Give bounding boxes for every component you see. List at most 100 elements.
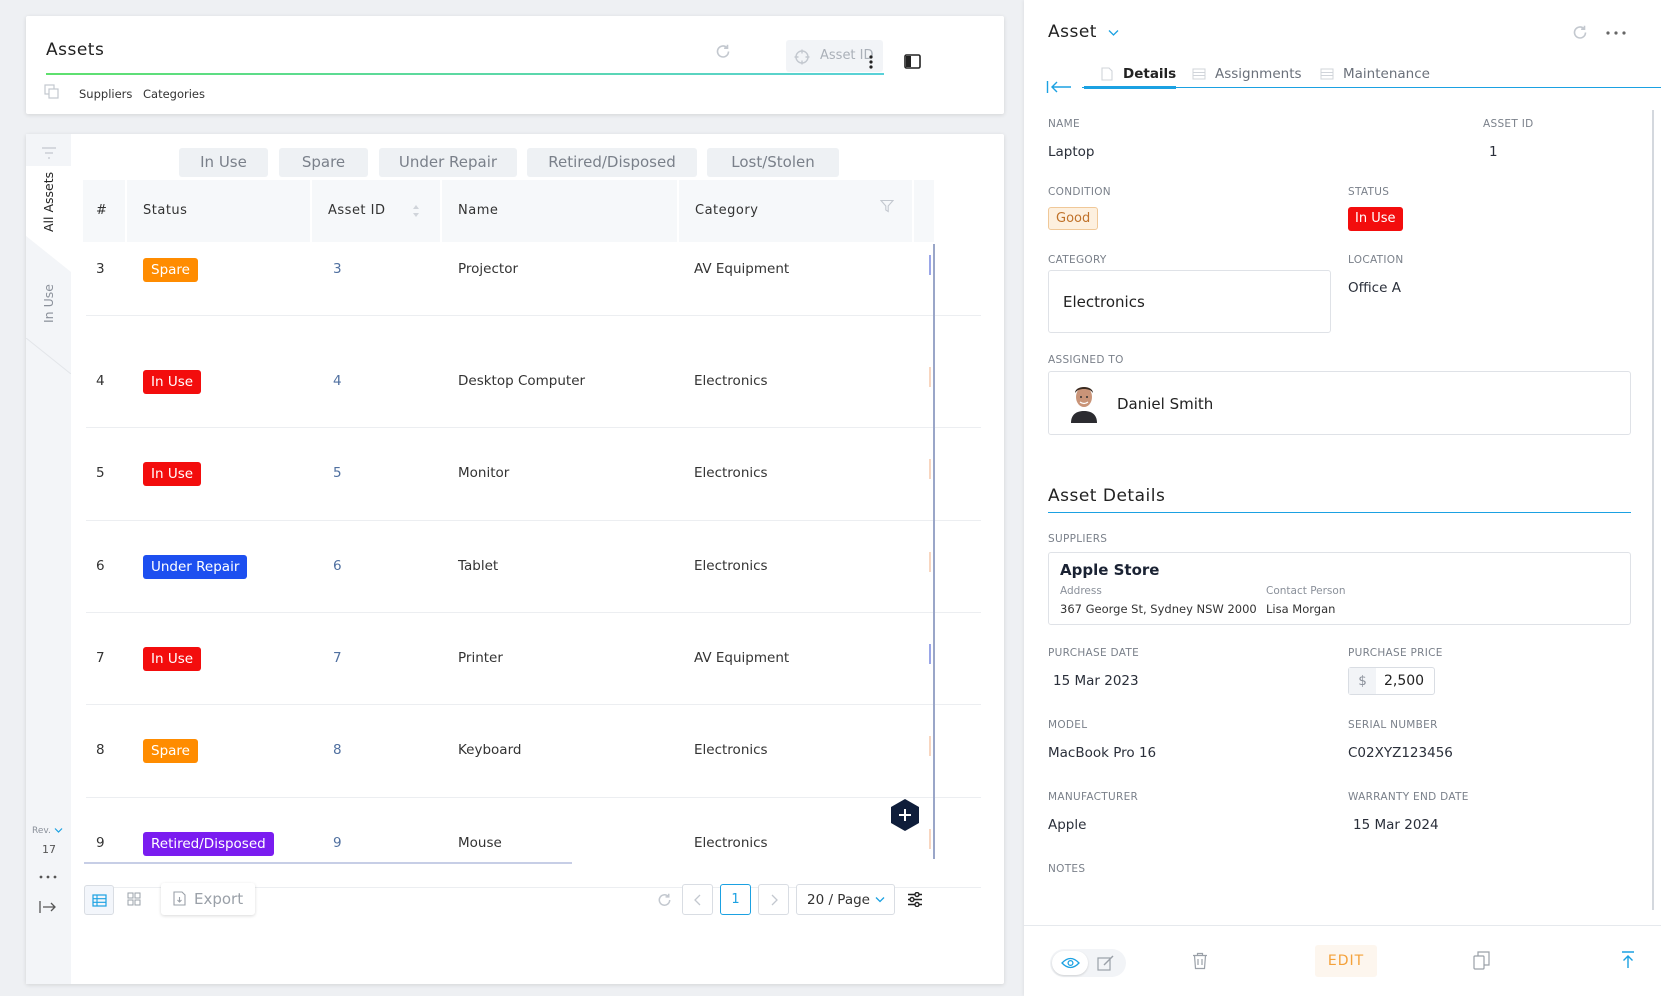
name-label: NAME <box>1048 118 1080 130</box>
filter-in-use[interactable]: In Use <box>179 148 268 177</box>
address-value: 367 George St, Sydney NSW 2000 <box>1060 602 1257 616</box>
edit-button[interactable]: EDIT <box>1315 945 1377 977</box>
asset-detail-panel: Asset Details Assignments Maintenance NA… <box>1024 0 1661 996</box>
more-horizontal-icon[interactable] <box>1605 30 1627 36</box>
assigned-label: ASSIGNED TO <box>1048 354 1124 366</box>
table-row[interactable]: 3 Spare 3 Projector AV Equipment <box>86 244 981 316</box>
panel-scrollbar[interactable] <box>1652 110 1654 910</box>
refresh-icon[interactable] <box>656 892 673 909</box>
filter-retired-disposed[interactable]: Retired/Disposed <box>527 148 697 177</box>
tab-corner <box>26 236 71 272</box>
next-page-button[interactable] <box>758 884 789 915</box>
asset-category: AV Equipment <box>694 261 790 277</box>
col-header-asset-id[interactable]: Asset ID <box>312 180 440 242</box>
vertical-scrollbar[interactable] <box>933 244 935 859</box>
model-value: MacBook Pro 16 <box>1048 745 1157 761</box>
duplicate-icon[interactable] <box>1473 951 1490 970</box>
row-number: 6 <box>96 558 105 574</box>
chevron-down-icon[interactable] <box>54 827 63 834</box>
col-header-extra <box>914 180 934 242</box>
document-icon <box>1101 67 1113 81</box>
asset-name: Keyboard <box>458 742 522 758</box>
table-row[interactable]: 4 In Use 4 Desktop Computer Electronics <box>86 336 981 428</box>
status-badge: In Use <box>143 647 202 671</box>
grid-view-icon[interactable] <box>127 892 141 906</box>
tab-assignments[interactable]: Assignments <box>1215 66 1302 82</box>
revision-label: Rev. <box>32 826 51 836</box>
warranty-value: 15 Mar 2024 <box>1353 817 1439 833</box>
more-vertical-icon[interactable] <box>864 54 878 70</box>
table-row[interactable]: 5 In Use 5 Monitor Electronics <box>86 428 981 521</box>
sort-icon[interactable] <box>412 204 420 218</box>
table-row[interactable]: 7 In Use 7 Printer AV Equipment <box>86 613 981 705</box>
trash-icon[interactable] <box>1192 952 1208 970</box>
overflow-cell-marker <box>929 459 931 479</box>
assigned-card[interactable]: Daniel Smith <box>1048 371 1631 435</box>
category-label: CATEGORY <box>1048 254 1107 266</box>
col-header-status[interactable]: Status <box>127 180 310 242</box>
table-view-button[interactable] <box>84 885 114 915</box>
more-horizontal-icon[interactable] <box>38 874 58 880</box>
horizontal-scrollbar[interactable] <box>84 862 572 864</box>
col-header-num: # <box>83 180 125 242</box>
suppliers-link[interactable]: Suppliers <box>79 87 132 101</box>
tab-all-assets[interactable]: All Assets <box>26 166 71 236</box>
status-badge: In Use <box>143 462 202 486</box>
asset-category: Electronics <box>694 558 768 574</box>
asset-id-link[interactable]: 5 <box>333 465 342 481</box>
filter-funnel-icon[interactable] <box>880 199 894 213</box>
collapse-left-icon[interactable] <box>1046 80 1072 94</box>
prev-page-button[interactable] <box>682 884 713 915</box>
tab-details[interactable]: Details <box>1123 66 1176 82</box>
category-card[interactable]: Electronics <box>1048 270 1331 333</box>
filter-under-repair[interactable]: Under Repair <box>379 148 517 177</box>
table-row[interactable]: 8 Spare 8 Keyboard Electronics <box>86 705 981 798</box>
filter-spare[interactable]: Spare <box>279 148 368 177</box>
col-header-category[interactable]: Category <box>679 180 912 242</box>
row-number: 9 <box>96 835 105 851</box>
export-button[interactable]: Export <box>161 883 255 915</box>
tab-maintenance[interactable]: Maintenance <box>1343 66 1430 82</box>
col-header-asset-id-label: Asset ID <box>328 203 386 218</box>
refresh-icon[interactable] <box>1571 24 1589 42</box>
refresh-icon[interactable] <box>714 43 732 61</box>
chevron-down-icon[interactable] <box>1108 29 1119 37</box>
asset-id-link[interactable]: 9 <box>333 835 342 851</box>
copy-icon[interactable] <box>44 84 59 99</box>
view-mode-button[interactable] <box>1052 951 1088 975</box>
filter-lost-stolen[interactable]: Lost/Stolen <box>707 148 839 177</box>
scroll-top-icon[interactable] <box>1621 951 1635 969</box>
categories-link[interactable]: Categories <box>143 87 205 101</box>
edit-icon[interactable] <box>1097 955 1115 971</box>
status-badge: Spare <box>143 258 198 282</box>
page-title: Assets <box>46 40 105 60</box>
asset-name: Tablet <box>458 558 499 574</box>
chevron-down-icon <box>875 897 885 903</box>
overflow-cell-marker <box>929 829 931 849</box>
table-row[interactable]: 9 Retired/Disposed 9 Mouse Electronics <box>86 798 981 888</box>
tab-in-use-label[interactable]: In Use <box>41 284 56 323</box>
expand-right-icon[interactable] <box>39 900 57 914</box>
row-number: 5 <box>96 465 105 481</box>
asset-id-link[interactable]: 6 <box>333 558 342 574</box>
status-badge: Retired/Disposed <box>143 832 274 856</box>
suppliers-label: SUPPLIERS <box>1048 533 1108 545</box>
model-label: MODEL <box>1048 719 1088 731</box>
chevron-right-icon <box>771 894 778 906</box>
asset-id-link[interactable]: 3 <box>333 261 342 277</box>
table-row[interactable]: 6 Under Repair 6 Tablet Electronics <box>86 521 981 613</box>
asset-id-link[interactable]: 4 <box>333 373 342 389</box>
page-size-select[interactable]: 20 / Page <box>796 884 895 915</box>
panel-toggle-icon[interactable] <box>904 54 921 69</box>
add-asset-button[interactable] <box>889 798 921 832</box>
page-1-button[interactable]: 1 <box>720 884 751 915</box>
view-edit-toggle[interactable] <box>1050 949 1126 977</box>
settings-sliders-icon[interactable] <box>907 892 923 907</box>
asset-category: Electronics <box>694 742 768 758</box>
crosshair-icon <box>794 49 810 65</box>
asset-id-link[interactable]: 8 <box>333 742 342 758</box>
asset-id-link[interactable]: 7 <box>333 650 342 666</box>
supplier-card[interactable]: Apple Store Address 367 George St, Sydne… <box>1048 552 1631 625</box>
col-header-name[interactable]: Name <box>442 180 677 242</box>
location-label: LOCATION <box>1348 254 1404 266</box>
